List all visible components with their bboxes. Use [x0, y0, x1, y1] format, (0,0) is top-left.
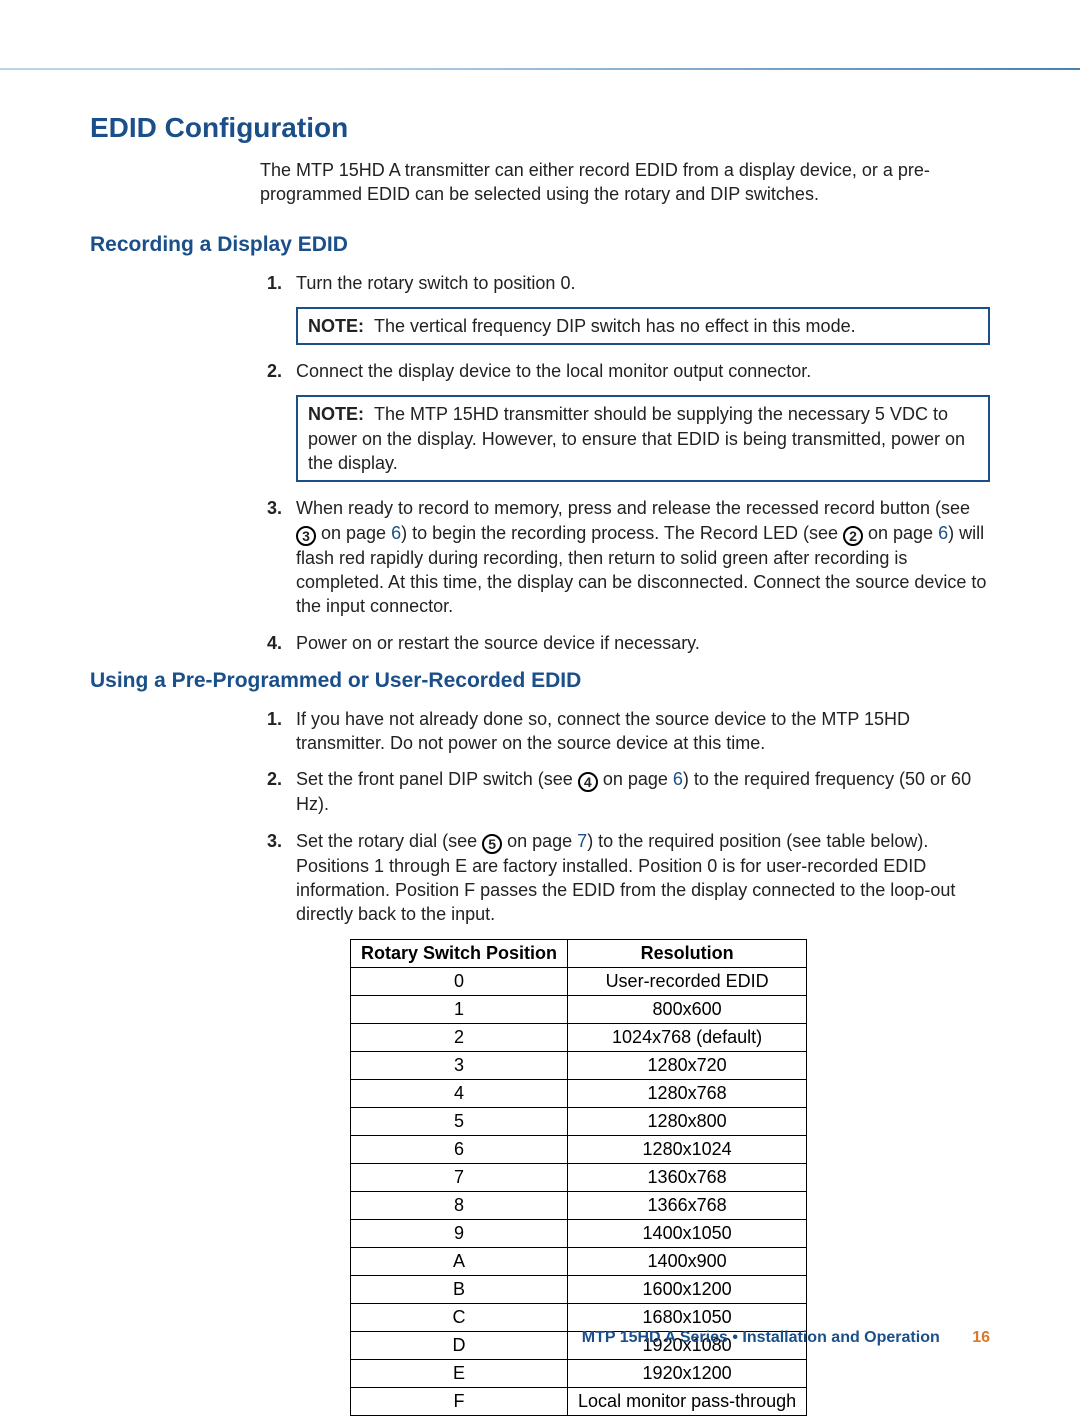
table-row: FLocal monitor pass-through — [351, 1387, 807, 1415]
cell-resolution: 1680x1050 — [568, 1303, 807, 1331]
note-text: The MTP 15HD transmitter should be suppl… — [308, 404, 965, 473]
table-row: 0User-recorded EDID — [351, 967, 807, 995]
recording-steps: 1. Turn the rotary switch to position 0. — [260, 271, 990, 295]
footer: MTP 15HD A Series • Installation and Ope… — [582, 1329, 990, 1347]
cell-position: E — [351, 1359, 568, 1387]
page-link[interactable]: 7 — [577, 831, 587, 851]
circled-4-icon: 4 — [578, 772, 598, 792]
table-row: B1600x1200 — [351, 1275, 807, 1303]
cell-position: 5 — [351, 1107, 568, 1135]
cell-resolution: Local monitor pass-through — [568, 1387, 807, 1415]
table-row: E1920x1200 — [351, 1359, 807, 1387]
step-number: 3. — [260, 496, 282, 618]
cell-position: D — [351, 1331, 568, 1359]
step-number: 2. — [260, 359, 282, 383]
list-item: 4. Power on or restart the source device… — [260, 631, 990, 655]
cell-position: 2 — [351, 1023, 568, 1051]
cell-resolution: 800x600 — [568, 995, 807, 1023]
cell-resolution: 1366x768 — [568, 1191, 807, 1219]
cell-resolution: 1280x720 — [568, 1051, 807, 1079]
cell-position: B — [351, 1275, 568, 1303]
page-title: EDID Configuration — [90, 112, 990, 144]
page-body: EDID Configuration The MTP 15HD A transm… — [0, 0, 1080, 1416]
list-item: 2. Connect the display device to the loc… — [260, 359, 990, 383]
top-rule — [0, 68, 1080, 70]
list-item: 3. When ready to record to memory, press… — [260, 496, 990, 618]
table-row: 81366x768 — [351, 1191, 807, 1219]
page-link[interactable]: 6 — [673, 769, 683, 789]
step-text: If you have not already done so, connect… — [296, 707, 990, 756]
table-header-position: Rotary Switch Position — [351, 939, 568, 967]
section-recording-title: Recording a Display EDID — [90, 233, 990, 257]
note-box: NOTE: The vertical frequency DIP switch … — [296, 307, 990, 345]
cell-resolution: 1400x900 — [568, 1247, 807, 1275]
step-number: 1. — [260, 707, 282, 756]
cell-position: F — [351, 1387, 568, 1415]
table-row: A1400x900 — [351, 1247, 807, 1275]
list-item: 1. Turn the rotary switch to position 0. — [260, 271, 990, 295]
table-row: 21024x768 (default) — [351, 1023, 807, 1051]
cell-position: C — [351, 1303, 568, 1331]
cell-position: 7 — [351, 1163, 568, 1191]
step-text: Set the front panel DIP switch (see 4 on… — [296, 767, 990, 816]
cell-resolution: 1400x1050 — [568, 1219, 807, 1247]
list-item: 2. Set the front panel DIP switch (see 4… — [260, 767, 990, 816]
note-label: NOTE: — [308, 316, 364, 336]
step-number: 3. — [260, 829, 282, 927]
footer-text: MTP 15HD A Series • Installation and Ope… — [582, 1329, 940, 1346]
table-header-resolution: Resolution — [568, 939, 807, 967]
table-row: 71360x768 — [351, 1163, 807, 1191]
page-link[interactable]: 6 — [391, 523, 401, 543]
step-number: 1. — [260, 271, 282, 295]
page-number: 16 — [972, 1329, 990, 1346]
intro-paragraph: The MTP 15HD A transmitter can either re… — [260, 158, 990, 207]
list-item: 3. Set the rotary dial (see 5 on page 7)… — [260, 829, 990, 927]
table-row: 51280x800 — [351, 1107, 807, 1135]
cell-resolution: User-recorded EDID — [568, 967, 807, 995]
cell-resolution: 1280x768 — [568, 1079, 807, 1107]
step-text: Set the rotary dial (see 5 on page 7) to… — [296, 829, 990, 927]
cell-resolution: 1920x1200 — [568, 1359, 807, 1387]
note-text: The vertical frequency DIP switch has no… — [374, 316, 856, 336]
note-label: NOTE: — [308, 404, 364, 424]
cell-position: 1 — [351, 995, 568, 1023]
step-text: Connect the display device to the local … — [296, 359, 990, 383]
cell-position: A — [351, 1247, 568, 1275]
cell-position: 9 — [351, 1219, 568, 1247]
table-row: C1680x1050 — [351, 1303, 807, 1331]
note-box: NOTE: The MTP 15HD transmitter should be… — [296, 395, 990, 482]
cell-resolution: 1360x768 — [568, 1163, 807, 1191]
cell-position: 8 — [351, 1191, 568, 1219]
cell-position: 3 — [351, 1051, 568, 1079]
cell-position: 6 — [351, 1135, 568, 1163]
section-preprog-title: Using a Pre-Programmed or User-Recorded … — [90, 669, 990, 693]
step-text: Power on or restart the source device if… — [296, 631, 990, 655]
cell-position: 0 — [351, 967, 568, 995]
list-item: 1. If you have not already done so, conn… — [260, 707, 990, 756]
cell-resolution: 1280x1024 — [568, 1135, 807, 1163]
step-text: Turn the rotary switch to position 0. — [296, 271, 990, 295]
step-text: When ready to record to memory, press an… — [296, 496, 990, 618]
cell-resolution: 1280x800 — [568, 1107, 807, 1135]
page-link[interactable]: 6 — [938, 523, 948, 543]
table-row: 41280x768 — [351, 1079, 807, 1107]
table-row: 61280x1024 — [351, 1135, 807, 1163]
cell-resolution: 1024x768 (default) — [568, 1023, 807, 1051]
table-row: 91400x1050 — [351, 1219, 807, 1247]
cell-position: 4 — [351, 1079, 568, 1107]
step-number: 4. — [260, 631, 282, 655]
circled-2-icon: 2 — [843, 526, 863, 546]
circled-3-icon: 3 — [296, 526, 316, 546]
table-row: 1800x600 — [351, 995, 807, 1023]
cell-resolution: 1600x1200 — [568, 1275, 807, 1303]
step-number: 2. — [260, 767, 282, 816]
circled-5-icon: 5 — [482, 834, 502, 854]
table-row: 31280x720 — [351, 1051, 807, 1079]
